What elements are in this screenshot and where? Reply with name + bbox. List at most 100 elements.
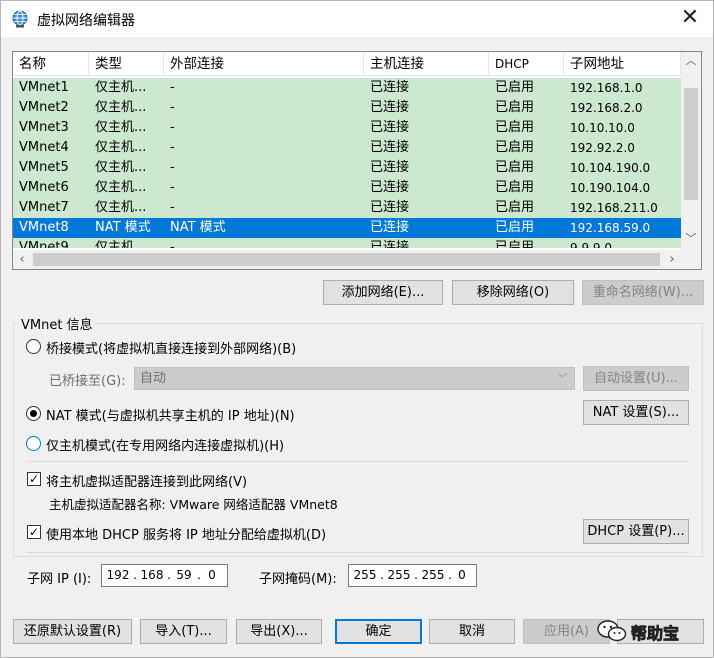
bridged-to-value: 自动	[140, 371, 167, 386]
column-header-type[interactable]: 类型	[89, 52, 164, 76]
subnet-ip-octet[interactable]: 0	[202, 565, 222, 586]
cell-ext: -	[170, 160, 175, 175]
export-button[interactable]: 导出(X)...	[236, 619, 322, 644]
host-only-mode-radio[interactable]	[26, 436, 41, 451]
dhcp-settings-button[interactable]: DHCP 设置(P)...	[583, 519, 689, 544]
column-header-subnet[interactable]: 子网地址	[564, 52, 681, 76]
cell-subnet: 192.168.2.0	[570, 101, 643, 115]
scroll-right-icon[interactable]: ›	[663, 250, 681, 269]
subnet-mask-input[interactable]: 255 . 255 . 255 . 0	[348, 564, 477, 587]
network-row[interactable]: VMnet9 仅主机... - 已连接 已启用 9.9.9.0	[13, 238, 681, 248]
close-icon[interactable]: ✕	[679, 7, 701, 29]
restore-defaults-button[interactable]: 还原默认设置(R)	[13, 619, 132, 644]
vertical-scrollbar[interactable]: ︿ ﹀	[681, 52, 701, 250]
network-row[interactable]: VMnet8 NAT 模式 NAT 模式 已连接 已启用 192.168.59.0	[13, 218, 681, 238]
cell-subnet: 192.168.59.0	[570, 221, 651, 235]
wechat-icon	[597, 620, 627, 642]
subnet-ip-octet[interactable]: 168	[138, 565, 166, 586]
cell-ext: -	[170, 180, 175, 195]
cell-subnet: 192.92.2.0	[570, 141, 635, 155]
cell-type: 仅主机...	[95, 140, 147, 155]
cell-ext: -	[170, 100, 175, 115]
bridged-mode-label[interactable]: 桥接模式(将虚拟机直接连接到外部网络)(B)	[46, 338, 296, 357]
auto-settings-button[interactable]: 自动设置(U)...	[583, 366, 689, 391]
virtual-network-editor-window: 虚拟网络编辑器 ✕ 名称 类型 外部连接 主机连接 DHCP 子网地址 VMne…	[0, 0, 714, 658]
network-row[interactable]: VMnet1 仅主机... - 已连接 已启用 192.168.1.0	[13, 78, 681, 98]
subnet-mask-octet[interactable]: 255	[351, 565, 379, 586]
subnet-mask-octet[interactable]: 255	[385, 565, 413, 586]
vertical-scroll-thumb[interactable]	[684, 88, 698, 200]
cell-dhcp: 已启用	[495, 240, 535, 248]
horizontal-scroll-thumb[interactable]	[33, 253, 660, 266]
cell-host: 已连接	[370, 120, 410, 135]
bridged-to-select[interactable]: 自动 ﹀	[134, 367, 575, 390]
dhcp-label[interactable]: 使用本地 DHCP 服务将 IP 地址分配给虚拟机(D)	[46, 524, 326, 543]
nat-mode-radio[interactable]	[26, 406, 41, 421]
cell-subnet: 192.168.1.0	[570, 81, 643, 95]
nat-settings-button[interactable]: NAT 设置(S)...	[583, 400, 689, 425]
scroll-left-icon[interactable]: ‹	[13, 250, 31, 269]
subnet-mask-octet[interactable]: 0	[453, 565, 471, 586]
network-row[interactable]: VMnet3 仅主机... - 已连接 已启用 10.10.10.0	[13, 118, 681, 138]
cell-dhcp: 已启用	[495, 220, 535, 235]
dhcp-checkbox[interactable]: ✓	[27, 525, 41, 539]
ok-button[interactable]: 确定	[335, 619, 422, 644]
subnet-ip-input[interactable]: 192 . 168 . 59 . 0	[101, 564, 228, 587]
rename-network-button[interactable]: 重命名网络(W)...	[582, 280, 704, 305]
list-header: 名称 类型 外部连接 主机连接 DHCP 子网地址	[13, 52, 681, 76]
cell-host: 已连接	[370, 160, 410, 175]
host-only-mode-label[interactable]: 仅主机模式(在专用网络内连接虚拟机)(H)	[46, 435, 284, 454]
network-row[interactable]: VMnet5 仅主机... - 已连接 已启用 10.104.190.0	[13, 158, 681, 178]
title-bar: 虚拟网络编辑器 ✕	[1, 1, 713, 37]
cell-subnet: 9.9.9.0	[570, 241, 612, 248]
cell-subnet: 192.168.211.0	[570, 201, 658, 215]
cell-type: 仅主机...	[95, 200, 147, 215]
nat-mode-label[interactable]: NAT 模式(与虚拟机共享主机的 IP 地址)(N)	[46, 405, 295, 424]
cell-dhcp: 已启用	[495, 160, 535, 175]
window-title: 虚拟网络编辑器	[37, 13, 135, 29]
watermark: 帮助宝	[593, 611, 708, 651]
cell-host: 已连接	[370, 100, 410, 115]
column-header-host[interactable]: 主机连接	[364, 52, 489, 76]
import-button[interactable]: 导入(T)...	[140, 619, 227, 644]
connect-adapter-label[interactable]: 将主机虚拟适配器连接到此网络(V)	[46, 471, 247, 490]
subnet-ip-octet[interactable]: 59	[172, 565, 196, 586]
connect-adapter-checkbox[interactable]: ✓	[27, 472, 41, 486]
network-row[interactable]: VMnet7 仅主机... - 已连接 已启用 192.168.211.0	[13, 198, 681, 218]
adapter-name-text: 主机虚拟适配器名称: VMware 网络适配器 VMnet8	[49, 497, 338, 512]
cell-type: NAT 模式	[95, 220, 151, 235]
cell-dhcp: 已启用	[495, 180, 535, 195]
cell-ext: -	[170, 80, 175, 95]
remove-network-button[interactable]: 移除网络(O)	[452, 280, 574, 305]
cell-name: VMnet5	[19, 160, 69, 175]
cell-subnet: 10.10.10.0	[570, 121, 635, 135]
network-list[interactable]: 名称 类型 外部连接 主机连接 DHCP 子网地址 VMnet1 仅主机... - 已…	[12, 51, 702, 270]
cell-subnet: 10.104.190.0	[570, 161, 651, 175]
cell-name: VMnet4	[19, 140, 69, 155]
scroll-down-icon[interactable]: ﹀	[681, 230, 701, 248]
column-header-name[interactable]: 名称	[13, 52, 89, 76]
subnet-mask-octet[interactable]: 255	[419, 565, 447, 586]
column-header-external[interactable]: 外部连接	[164, 52, 364, 76]
bridged-mode-radio[interactable]	[26, 339, 41, 354]
add-network-button[interactable]: 添加网络(E)...	[323, 280, 443, 305]
cell-type: 仅主机...	[95, 160, 147, 175]
cell-dhcp: 已启用	[495, 80, 535, 95]
cell-ext: -	[170, 140, 175, 155]
column-header-dhcp[interactable]: DHCP	[489, 52, 564, 76]
network-row[interactable]: VMnet6 仅主机... - 已连接 已启用 10.190.104.0	[13, 178, 681, 198]
horizontal-scrollbar[interactable]: ‹ ›	[13, 250, 681, 269]
cell-name: VMnet1	[19, 80, 69, 95]
cell-type: 仅主机...	[95, 120, 147, 135]
cancel-button[interactable]: 取消	[429, 619, 515, 644]
network-row[interactable]: VMnet2 仅主机... - 已连接 已启用 192.168.2.0	[13, 98, 681, 118]
cell-host: 已连接	[370, 220, 410, 235]
network-row[interactable]: VMnet4 仅主机... - 已连接 已启用 192.92.2.0	[13, 138, 681, 158]
scroll-up-icon[interactable]: ︿	[681, 52, 701, 70]
cell-dhcp: 已启用	[495, 120, 535, 135]
cell-type: 仅主机...	[95, 180, 147, 195]
subnet-ip-label: 子网 IP (I):	[27, 572, 92, 587]
subnet-ip-octet[interactable]: 192	[104, 565, 132, 586]
vmnet-info-label: VMnet 信息	[19, 314, 95, 333]
cell-name: VMnet2	[19, 100, 69, 115]
